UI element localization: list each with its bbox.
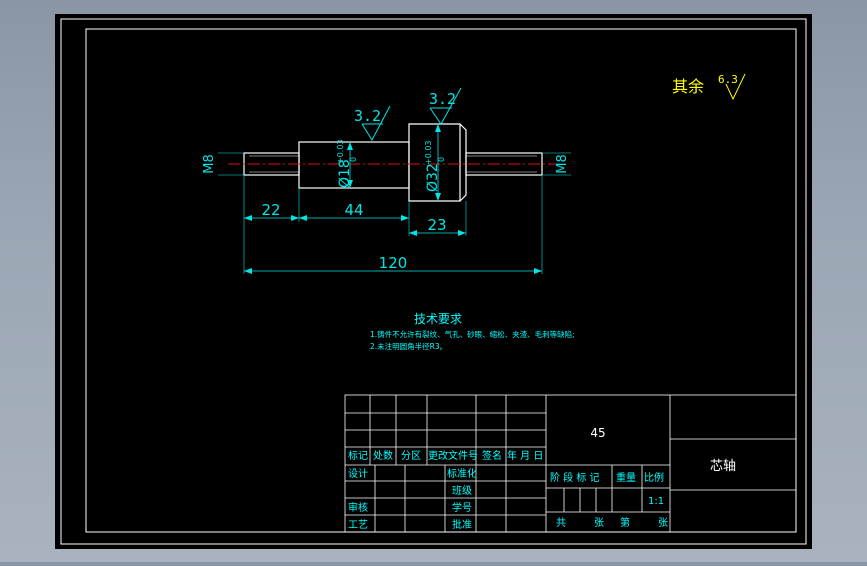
scale-value: 1:1 (648, 496, 664, 507)
dim-dia32-tol-upper: +0.03 (424, 140, 433, 165)
rev-header-zone: 分区 (401, 450, 421, 462)
roughness-symbol-1-value: 3.2 (354, 107, 381, 125)
sheet-total-label: 共 (556, 517, 566, 529)
scale-label: 比例 (644, 471, 664, 484)
sheet-no-label: 第 (620, 516, 630, 529)
roughness-symbol-2-value: 3.2 (429, 90, 456, 108)
dim-dia18-tol-lower: 0 (349, 157, 358, 162)
material: 45 (590, 426, 605, 440)
row-approve: 批准 (452, 518, 472, 531)
roughness-note-prefix: 其余 (672, 77, 704, 96)
rev-header-mark: 标记 (348, 450, 368, 462)
thread-label-right: M8 (555, 154, 570, 174)
rev-header-sign: 签名 (482, 449, 502, 462)
row-design: 设计 (348, 467, 368, 480)
rev-header-docno: 更改文件号 (428, 449, 478, 462)
dim-len-total-value: 120 (379, 254, 408, 272)
tech-requirements-item-1: 1.铸件不允许有裂纹、气孔、砂眼、缩松、夹渣、毛刺等缺陷; (370, 329, 575, 339)
row-class: 班级 (452, 485, 472, 497)
dim-dia32-tol-lower: 0 (437, 157, 446, 162)
thread-label-left: M8 (202, 154, 217, 174)
row-standard: 标准化 (447, 467, 477, 480)
part-name: 芯轴 (710, 459, 736, 474)
cad-viewport[interactable]: 其余 6.3 3.2 3.2 M8 M8 Ø18 +0.03 0 Ø32 +0.… (0, 0, 867, 562)
dim-dia18-tol-upper: +0.03 (336, 139, 345, 164)
roughness-note-value: 6.3 (718, 73, 738, 86)
dim-len-big-value: 23 (427, 216, 446, 234)
tech-requirements-title: 技术要求 (414, 312, 462, 326)
row-student-no: 学号 (452, 501, 472, 514)
rev-header-date: 年 月 日 (507, 449, 543, 462)
weight-label: 重量 (616, 471, 636, 484)
row-process: 工艺 (348, 519, 368, 531)
row-check: 审核 (348, 501, 368, 514)
dim-dia32-value: Ø32 (425, 163, 441, 192)
rev-header-count: 处数 (373, 449, 393, 462)
sheet-total-unit: 张 (594, 517, 604, 529)
engineering-drawing: 其余 6.3 3.2 3.2 M8 M8 Ø18 +0.03 0 Ø32 +0.… (55, 14, 812, 549)
dim-len-mid-value: 44 (344, 201, 363, 219)
stage-label: 阶 段 标 记 (550, 471, 600, 484)
sheet-no-unit: 张 (658, 517, 668, 529)
tech-requirements-item-2: 2.未注明圆角半径R3。 (370, 341, 447, 351)
dim-len-left-value: 22 (261, 201, 280, 219)
